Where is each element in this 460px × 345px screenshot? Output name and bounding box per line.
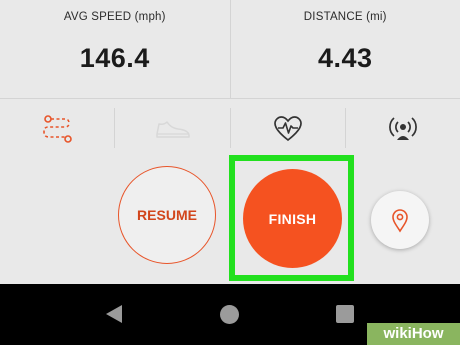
sensor-broadcast-icon	[389, 117, 417, 140]
route-button[interactable]	[37, 109, 77, 149]
shoe-icon	[156, 121, 190, 138]
avg-speed-stat: AVG SPEED (mph) 146.4	[0, 0, 230, 98]
recents-icon[interactable]	[336, 305, 354, 323]
distance-label: DISTANCE (mi)	[303, 11, 387, 23]
avg-speed-value: 146.4	[79, 43, 150, 73]
home-icon[interactable]	[220, 305, 239, 324]
resume-button[interactable]: RESUME	[118, 166, 216, 264]
sensor-button[interactable]	[383, 109, 423, 149]
stats-panel: AVG SPEED (mph) 146.4 DISTANCE (mi) 4.43	[0, 0, 460, 99]
map-pin-icon	[392, 209, 408, 233]
divider	[114, 108, 115, 148]
finish-button[interactable]: FINISH	[243, 169, 342, 268]
watermark-logo: wikiHow	[367, 323, 460, 345]
distance-value: 4.43	[317, 43, 373, 73]
location-button[interactable]	[371, 191, 429, 249]
avg-speed-label: AVG SPEED (mph)	[63, 11, 166, 23]
shoe-button[interactable]	[153, 109, 193, 149]
distance-stat: DISTANCE (mi) 4.43	[229, 0, 460, 98]
back-icon[interactable]	[104, 304, 124, 324]
divider	[345, 108, 346, 148]
divider	[230, 108, 231, 148]
heart-rate-icon	[274, 116, 302, 142]
route-icon	[43, 115, 72, 143]
heart-rate-button[interactable]	[268, 109, 308, 149]
